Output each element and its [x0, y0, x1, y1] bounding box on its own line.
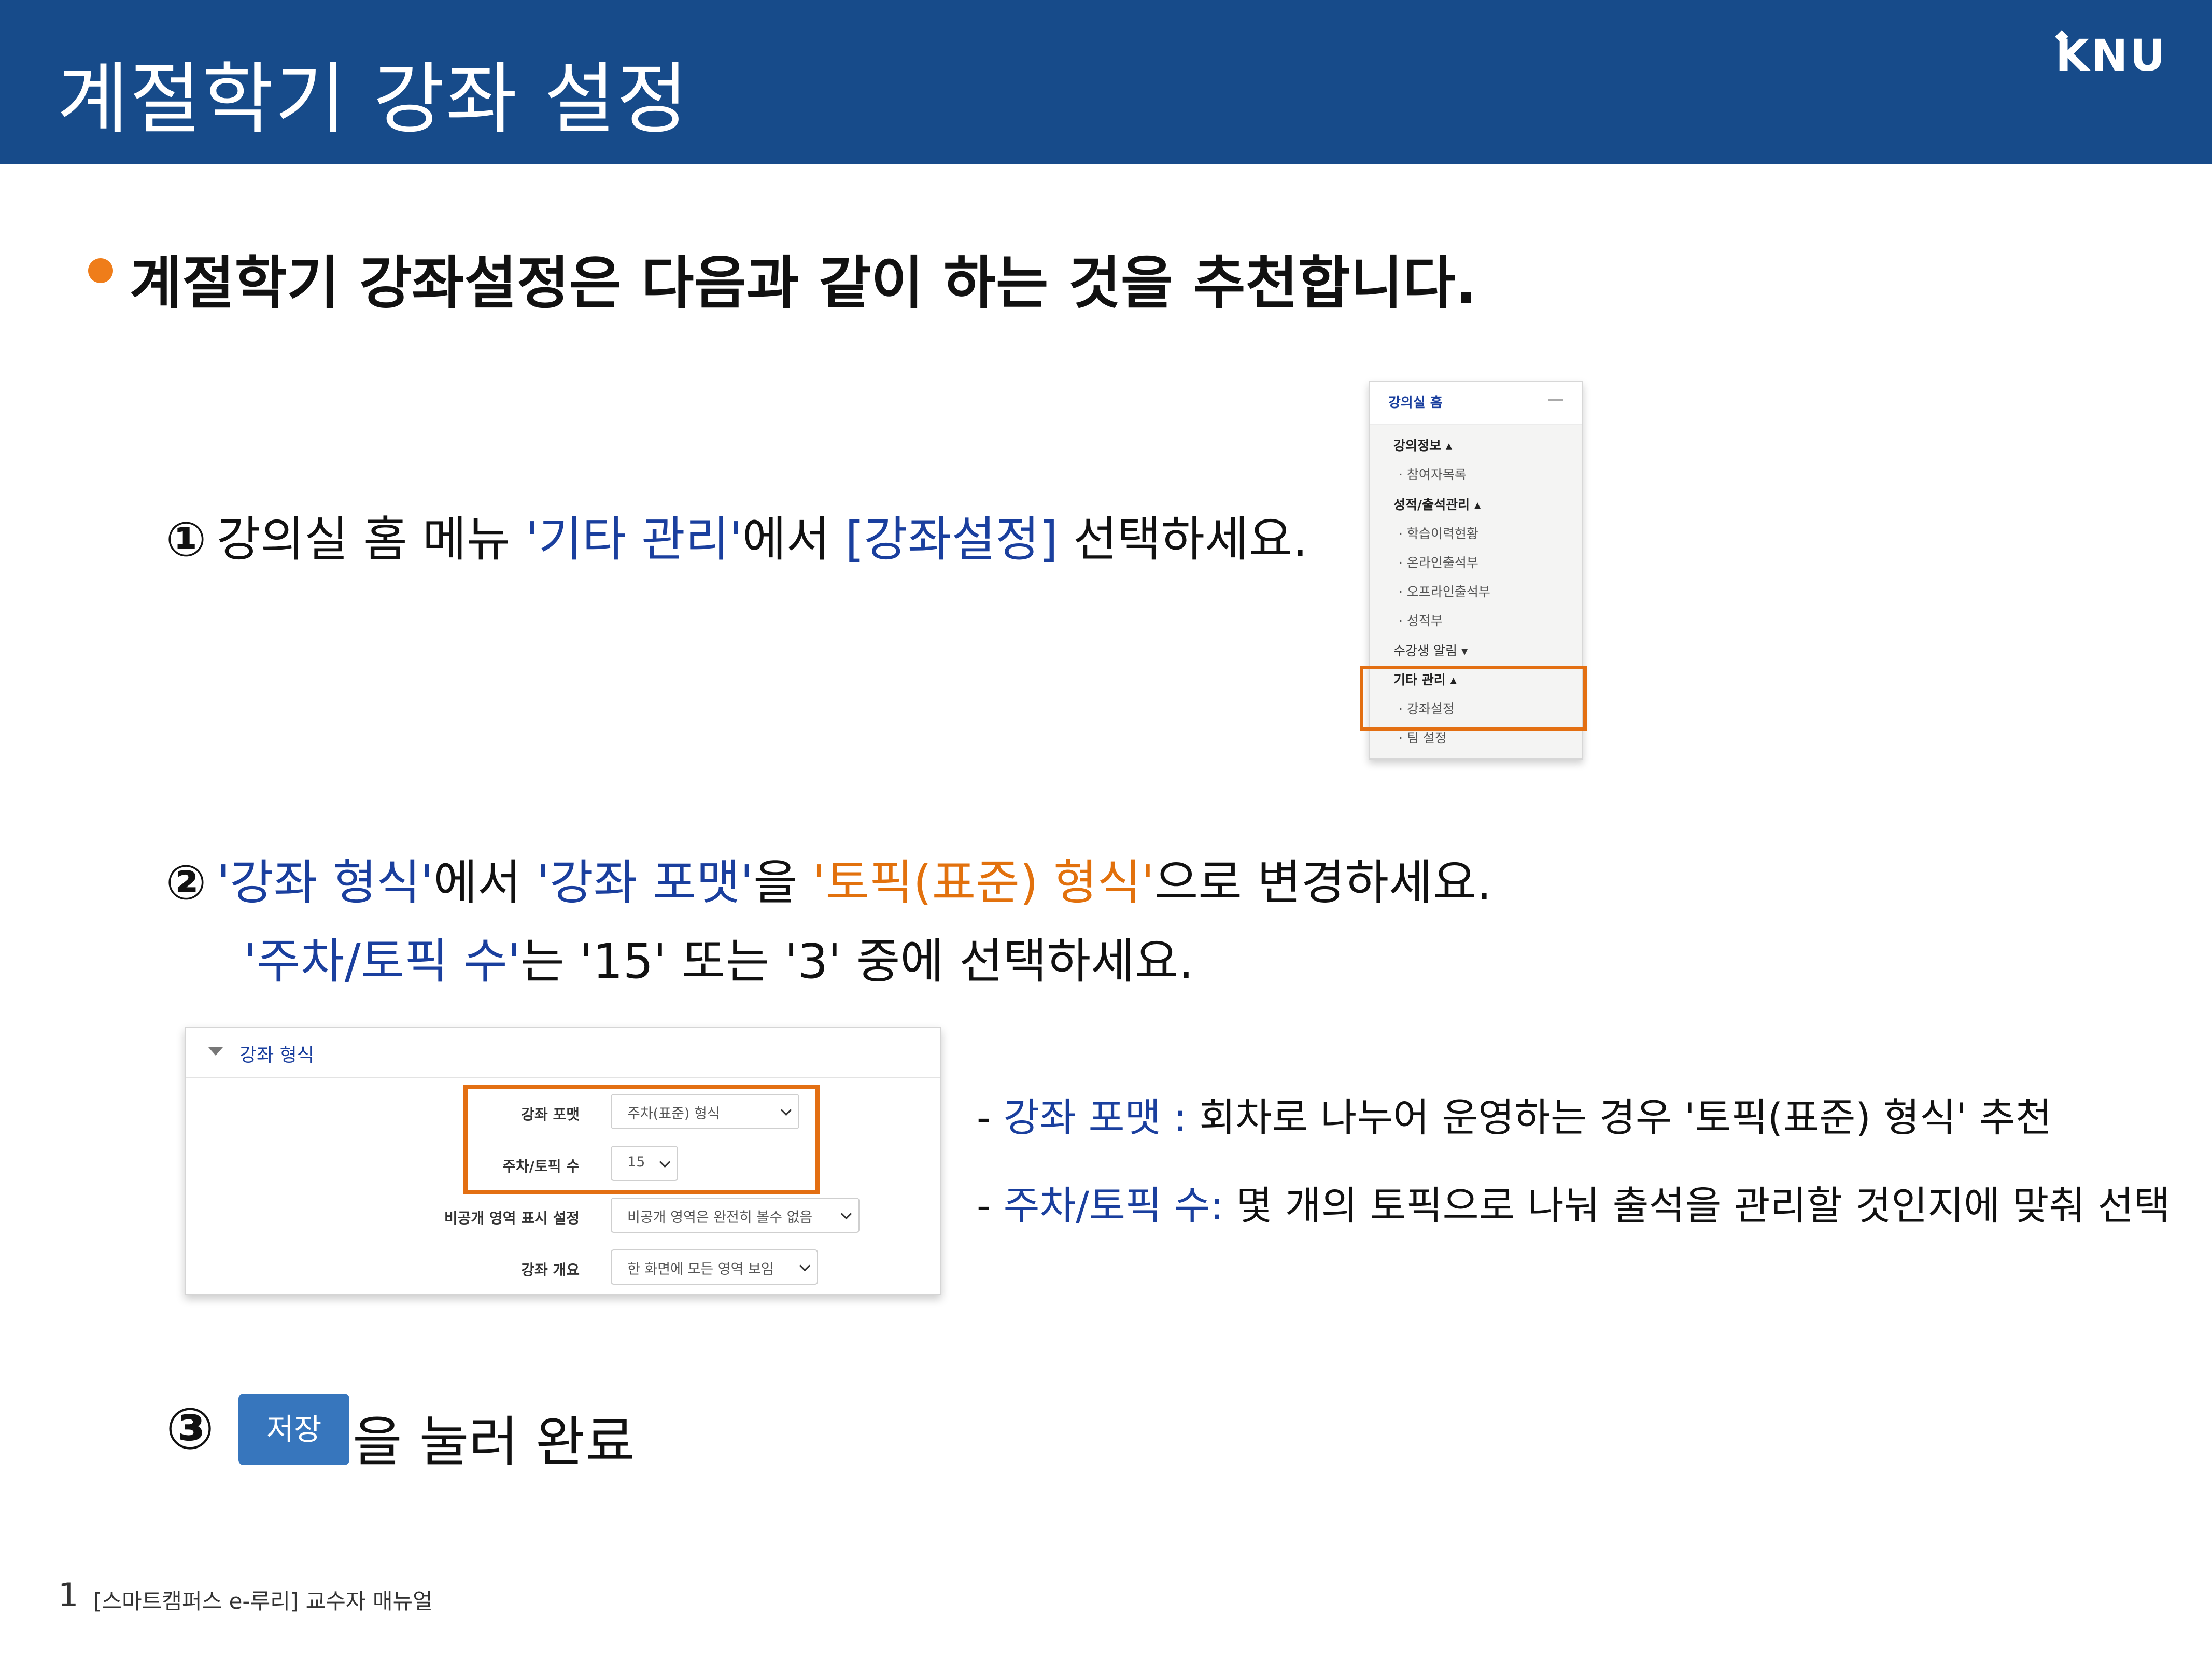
step2-topic-count-term: '주차/토픽 수': [244, 934, 521, 989]
step2-text: 으로 변경하세요.: [1154, 855, 1492, 910]
chevron-down-icon: [840, 1208, 852, 1220]
panel-header[interactable]: 강좌 형식: [186, 1028, 940, 1078]
select-hidden-sections-value: 비공개 영역은 완전히 볼수 없음: [627, 1210, 813, 1226]
sidebar-item-learning-history[interactable]: · 학습이력현황: [1399, 524, 1478, 542]
step2-course-format-field: '강좌 포맷': [536, 855, 754, 910]
label-hidden-sections: 비공개 영역 표시 설정: [444, 1210, 580, 1227]
step3-number: ③: [166, 1396, 215, 1462]
step2-text: 에서: [433, 855, 537, 910]
select-hidden-sections[interactable]: 비공개 영역은 완전히 볼수 없음: [611, 1198, 860, 1233]
panel-title: 강좌 형식: [239, 1045, 314, 1066]
save-button[interactable]: 저장: [238, 1394, 349, 1465]
select-course-layout-value: 한 화면에 모든 영역 보임: [627, 1261, 774, 1277]
step2-instruction: ② '강좌 형식'에서 '강좌 포맷'을 '토픽(표준) 형식'으로 변경하세요.: [166, 844, 1492, 913]
headline: 계절학기 강좌설정은 다음과 같이 하는 것을 추천합니다.: [130, 250, 1477, 316]
bullet-dot-icon: [88, 258, 113, 283]
sidebar-item-offline-attendance[interactable]: · 오프라인출석부: [1399, 582, 1490, 600]
step1-text-e: 선택하세요.: [1058, 512, 1308, 567]
step2-topic-format: '토픽(표준) 형식': [812, 855, 1154, 910]
select-course-layout[interactable]: 한 화면에 모든 영역 보임: [611, 1249, 818, 1285]
note-course-format: - 강좌 포맷 : 회차로 나누어 운영하는 경우 '토픽(표준) 형식' 추천: [977, 1086, 2052, 1143]
step2-number: ②: [166, 855, 206, 910]
step1-text-a: 강의실 홈 메뉴: [216, 512, 526, 567]
note-dash: -: [977, 1094, 1004, 1141]
step1-instruction: ① 강의실 홈 메뉴 '기타 관리'에서 [강좌설정] 선택하세요.: [166, 501, 1307, 570]
step2-text: 을: [753, 855, 813, 910]
highlight-box-other-management: [1360, 666, 1587, 731]
step2-instruction-line2: '주차/토픽 수'는 '15' 또는 '3' 중에 선택하세요.: [244, 923, 1194, 992]
sidebar-home-label: 강의실 홈: [1388, 395, 1443, 411]
footer-text: [스마트캠퍼스 e-루리] 교수자 매뉴얼: [93, 1588, 433, 1614]
highlight-box-format-fields: [463, 1085, 820, 1194]
label-course-layout: 강좌 개요: [521, 1261, 580, 1278]
note-text: 몇 개의 토픽으로 나눠 출석을 관리할 것인지에 맞춰 선택: [1223, 1183, 2171, 1229]
sidebar-item-course-info[interactable]: 강의정보 ▴: [1393, 435, 1452, 454]
page-title: 계절학기 강좌 설정: [57, 54, 689, 145]
sidebar-item-grades-attendance[interactable]: 성적/출석관리 ▴: [1393, 495, 1481, 513]
note-dash: -: [977, 1183, 1004, 1229]
note-key: 강좌 포맷 :: [1003, 1094, 1187, 1141]
sidebar-item-online-attendance[interactable]: · 온라인출석부: [1399, 553, 1478, 571]
note-key: 주차/토픽 수:: [1003, 1183, 1224, 1229]
page-number: 1: [58, 1576, 79, 1614]
step3-text: 을 눌러 완료: [353, 1410, 635, 1473]
collapse-icon[interactable]: [1548, 399, 1563, 401]
step1-number: ①: [166, 512, 206, 567]
step1-text-b: '기타 관리': [525, 512, 742, 567]
caret-down-icon[interactable]: [208, 1047, 223, 1056]
step1-text-c: 에서: [742, 512, 846, 567]
note-topic-count: - 주차/토픽 수: 몇 개의 토픽으로 나눠 출석을 관리할 것인지에 맞춰 …: [977, 1174, 2170, 1231]
step2-course-format-term: '강좌 형식': [216, 855, 434, 910]
sidebar-item-gradebook[interactable]: · 성적부: [1399, 611, 1443, 629]
knu-logo: KNU: [2055, 30, 2167, 81]
sidebar-item-participants[interactable]: · 참여자목록: [1399, 465, 1467, 483]
sidebar-item-student-notice[interactable]: 수강생 알림 ▾: [1393, 641, 1468, 659]
note-text: 회차로 나누어 운영하는 경우 '토픽(표준) 형식' 추천: [1187, 1094, 2052, 1141]
sidebar-home[interactable]: 강의실 홈: [1370, 382, 1582, 425]
chevron-down-icon: [799, 1260, 811, 1272]
step1-text-d: [강좌설정]: [845, 512, 1058, 567]
step2-text: 는 '15' 또는 '3' 중에 선택하세요.: [520, 934, 1194, 989]
